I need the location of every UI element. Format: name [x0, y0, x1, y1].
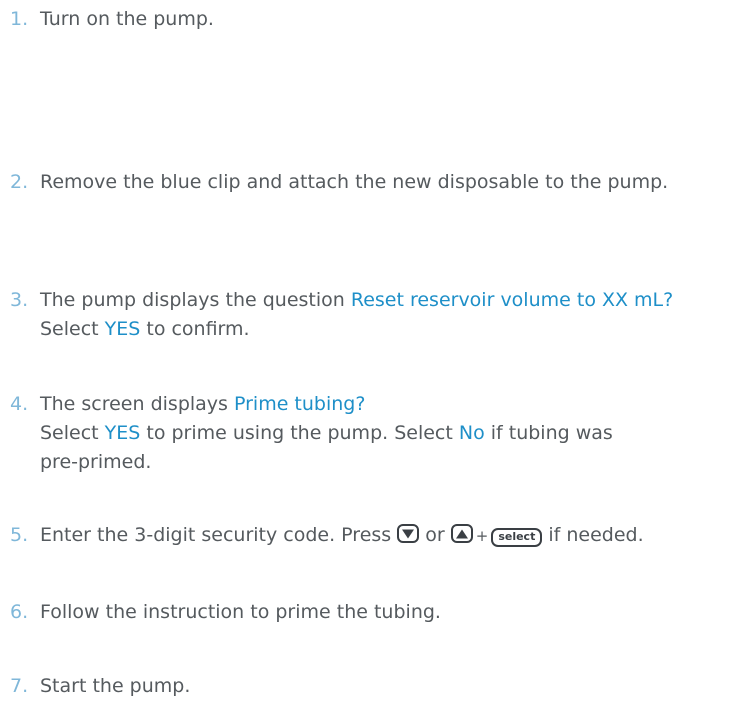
yes-option: YES	[104, 318, 141, 340]
step-1: 1. Turn on the pump.	[10, 5, 742, 34]
step-text: Start the pump.	[40, 675, 191, 697]
step-6: 6. Follow the instruction to prime the tu…	[10, 598, 742, 627]
step-4-line-1: 4. The screen displays Prime tubing?	[10, 390, 742, 419]
step-2: 2. Remove the blue clip and attach the ne…	[10, 168, 742, 197]
step-text: Select	[40, 422, 105, 444]
up-arrow-button-icon	[450, 524, 473, 543]
step-4-line-2: Select YES to prime using the pump. Sele…	[10, 419, 742, 448]
step-5-line: 5. Enter the 3-digit security code. Press…	[10, 521, 742, 551]
step-6-line: 6. Follow the instruction to prime the tu…	[10, 598, 742, 627]
step-text: Enter the 3-digit security code. Press	[40, 524, 398, 546]
step-4-line-3: pre-primed.	[10, 448, 742, 477]
pump-message: Reset reservoir volume to XX mL?	[350, 289, 674, 311]
step-number: 7.	[10, 675, 29, 697]
step-text: The screen displays	[40, 393, 234, 415]
step-number: 5.	[10, 524, 29, 546]
step-2-line: 2. Remove the blue clip and attach the ne…	[10, 168, 742, 197]
step-number: 1.	[10, 8, 29, 30]
step-4: 4. The screen displays Prime tubing? Sele…	[10, 390, 742, 477]
step-text: if tubing was	[484, 422, 613, 444]
step-7: 7. Start the pump.	[10, 672, 742, 701]
step-3: 3. The pump displays the question Reset r…	[10, 286, 742, 344]
pump-message: Prime tubing?	[233, 393, 366, 415]
step-3-line-1: 3. The pump displays the question Reset r…	[10, 286, 742, 315]
step-number: 2.	[10, 171, 29, 193]
down-arrow-button-icon	[397, 524, 420, 543]
step-text: pre-primed.	[40, 451, 152, 473]
step-number: 3.	[10, 289, 29, 311]
step-text: Follow the instruction to prime the tubi…	[40, 601, 441, 623]
step-text: to confirm.	[140, 318, 250, 340]
step-3-line-2: Select YES to confirm.	[10, 315, 742, 344]
step-5: 5. Enter the 3-digit security code. Press…	[10, 521, 742, 551]
step-text: Select	[40, 318, 105, 340]
step-text: if needed.	[542, 524, 644, 546]
step-text: Turn on the pump.	[40, 8, 214, 30]
step-7-line: 7. Start the pump.	[10, 672, 742, 701]
step-text: to prime using the pump. Select	[140, 422, 459, 444]
step-1-line: 1. Turn on the pump.	[10, 5, 742, 34]
step-number: 4.	[10, 393, 29, 415]
step-text: or	[419, 524, 451, 546]
step-text: The pump displays the question	[40, 289, 351, 311]
step-text: Remove the blue clip and attach the new …	[40, 171, 669, 193]
select-button-icon: select	[491, 528, 543, 547]
no-option: No	[458, 422, 485, 444]
plus-sign: +	[475, 527, 489, 545]
yes-option: YES	[104, 422, 141, 444]
step-number: 6.	[10, 601, 29, 623]
